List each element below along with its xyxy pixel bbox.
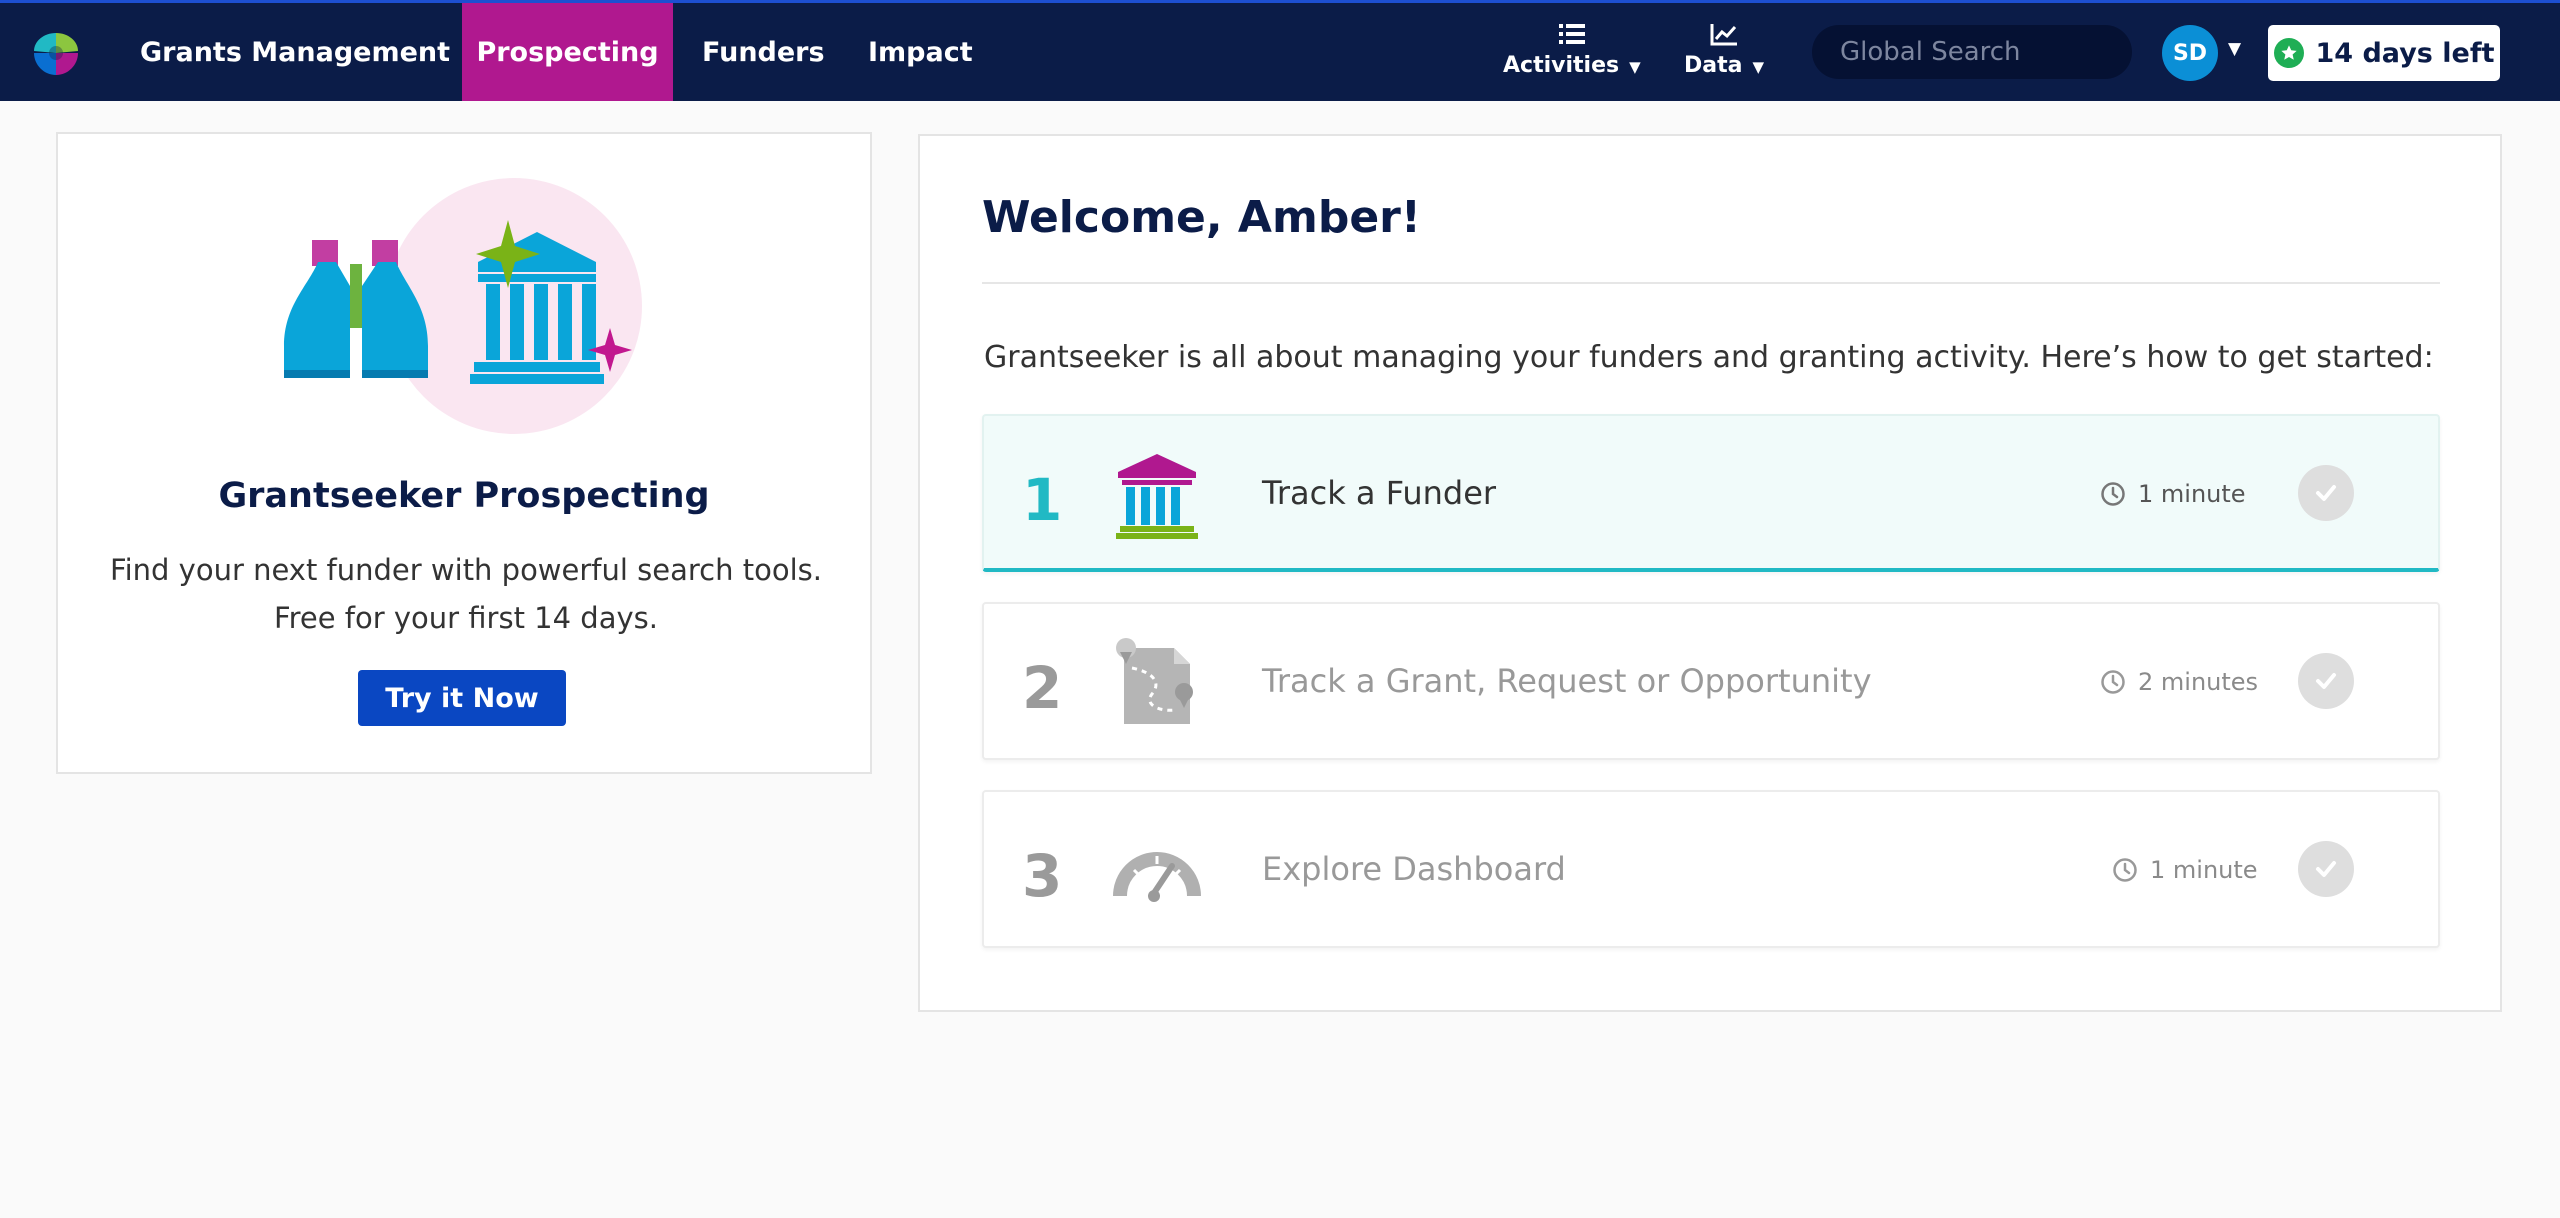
nav-grants-management[interactable]: Grants Management ▼ [140, 3, 475, 101]
line-chart-icon [1710, 24, 1738, 46]
checkmark-icon [2316, 485, 2336, 501]
promo-title: Grantseeker Prospecting [218, 476, 710, 516]
promo-description-line-1: Find your next funder with powerful sear… [110, 553, 822, 587]
try-it-now-button[interactable]: Try it Now [358, 670, 566, 726]
app-logo-icon[interactable] [30, 29, 82, 79]
trial-days-badge[interactable]: 14 days left [2268, 25, 2500, 81]
step-complete-check [2298, 653, 2354, 709]
bank-building-icon [1116, 454, 1198, 539]
promo-description: Find your next funder with powerful sear… [98, 546, 834, 642]
step-complete-check [2298, 465, 2354, 521]
step-track-grant[interactable]: 2 Track a Grant, Request or Opportunity … [982, 602, 2440, 760]
top-navigation-bar: Grants Management ▼ Prospecting Funders … [0, 0, 2560, 101]
promo-description-line-2: Free for your first 14 days. [274, 601, 658, 635]
step-track-funder[interactable]: 1 Track a Funder 1 minute [982, 414, 2440, 572]
step-time-label: 2 minutes [2138, 668, 2259, 696]
nav-funders-label: Funders [702, 36, 825, 68]
clock-icon [2101, 482, 2125, 506]
prospecting-illustration [284, 178, 642, 434]
global-search [1812, 25, 2164, 79]
step-explore-dashboard[interactable]: 3 Explore Dashboard 1 minute [982, 790, 2440, 948]
step-time: 1 minute [2100, 480, 2246, 508]
nav-impact[interactable]: Impact [868, 3, 973, 101]
step-number: 3 [1022, 842, 1063, 910]
step-number: 1 [1022, 466, 1063, 534]
nav-prospecting[interactable]: Prospecting [462, 3, 673, 101]
nav-grants-management-label: Grants Management [140, 36, 451, 68]
clock-icon [2101, 670, 2125, 694]
nav-data-label: Data [1684, 53, 1743, 78]
chevron-down-icon[interactable]: ▼ [2228, 39, 2241, 59]
trial-days-label: 14 days left [2315, 37, 2495, 69]
user-avatar[interactable]: SD [2162, 25, 2218, 81]
step-label: Explore Dashboard [1262, 850, 1566, 888]
clock-icon [2113, 858, 2137, 882]
step-number: 2 [1022, 654, 1063, 722]
global-search-input[interactable] [1840, 37, 2164, 67]
chevron-down-icon: ▼ [1629, 58, 1641, 76]
nav-activities[interactable]: Activities ▼ [1503, 21, 1641, 78]
checkmark-icon [2316, 861, 2336, 877]
nav-prospecting-label: Prospecting [476, 36, 659, 68]
nav-funders[interactable]: Funders [702, 3, 825, 101]
step-time: 1 minute [2112, 856, 2258, 884]
step-time-label: 1 minute [2150, 856, 2258, 884]
step-time: 2 minutes [2100, 668, 2258, 696]
divider [982, 282, 2440, 284]
welcome-card: Welcome, Amber! Grantseeker is all about… [918, 134, 2502, 1012]
welcome-intro: Grantseeker is all about managing your f… [984, 340, 2434, 375]
welcome-title: Welcome, Amber! [982, 192, 1421, 243]
nav-data[interactable]: Data ▼ [1684, 21, 1764, 78]
document-map-icon [1116, 638, 1193, 724]
checkmark-icon [2316, 673, 2336, 689]
step-complete-check [2298, 841, 2354, 897]
prospecting-promo-card: Grantseeker Prospecting Find your next f… [56, 132, 872, 774]
chevron-down-icon: ▼ [1752, 58, 1765, 76]
step-label: Track a Funder [1262, 474, 1497, 512]
step-label: Track a Grant, Request or Opportunity [1262, 662, 1872, 700]
step-time-label: 1 minute [2138, 480, 2246, 508]
star-icon [2273, 38, 2304, 68]
list-icon [1558, 24, 1585, 44]
speedometer-icon [1113, 852, 1201, 902]
nav-impact-label: Impact [868, 36, 973, 68]
nav-activities-label: Activities [1503, 53, 1620, 78]
